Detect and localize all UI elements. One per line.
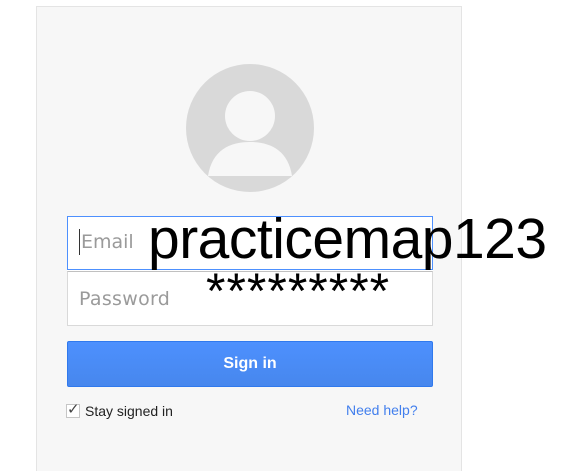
overlay-password-text: *********: [206, 263, 391, 319]
stay-signed-in-checkbox[interactable]: ✓: [66, 400, 80, 418]
email-placeholder: Email: [81, 231, 134, 253]
password-placeholder: Password: [79, 288, 171, 310]
user-avatar-icon: [186, 64, 314, 192]
text-caret: [79, 229, 80, 255]
sign-in-button[interactable]: Sign in: [67, 341, 433, 387]
stay-signed-in-row[interactable]: ✓ Stay signed in: [66, 401, 173, 421]
stay-signed-in-label: Stay signed in: [85, 403, 173, 419]
checkmark-icon: ✓: [67, 400, 80, 418]
need-help-link[interactable]: Need help?: [346, 402, 418, 418]
